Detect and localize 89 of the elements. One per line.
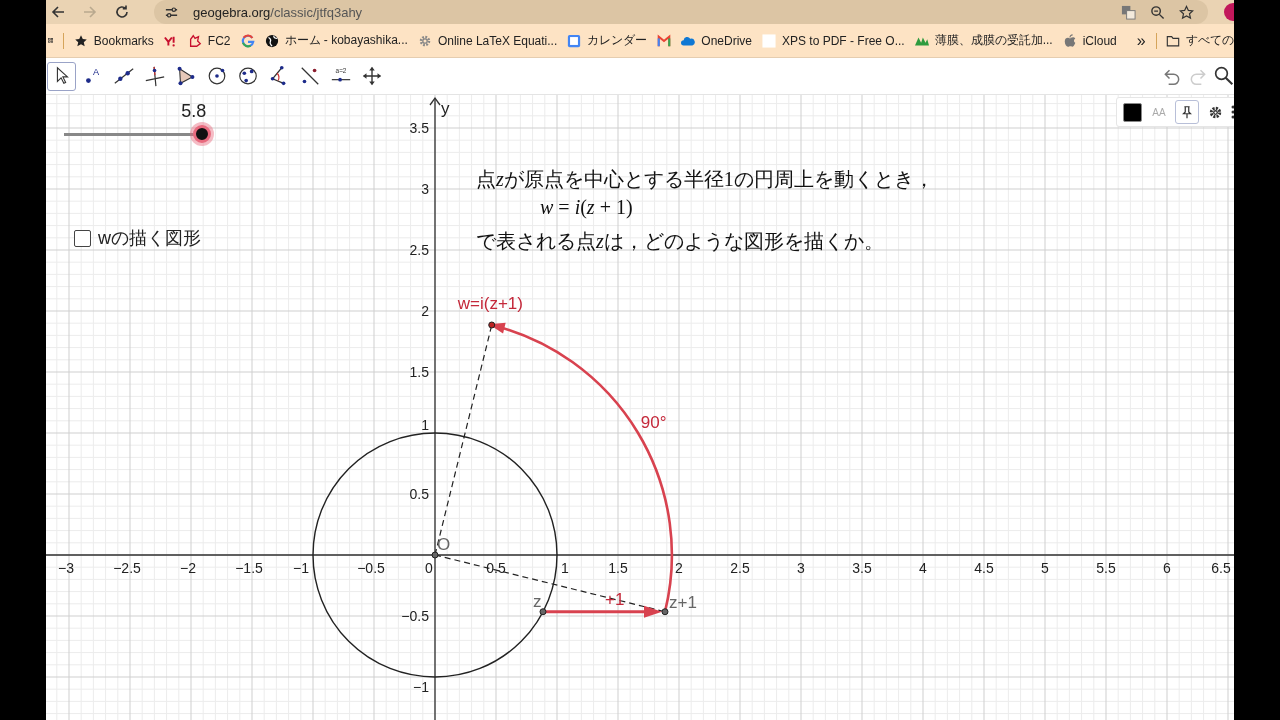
- bookmark-item[interactable]: [240, 33, 255, 48]
- point-label: z+1: [669, 592, 697, 612]
- shift-label: +1: [605, 589, 625, 609]
- tick-label: 1.5: [608, 560, 628, 576]
- angle-label: 90°: [640, 413, 667, 433]
- bookmark-item[interactable]: FC2: [187, 33, 231, 48]
- tick-label: 1: [561, 560, 569, 576]
- tick-label: 3: [421, 181, 429, 197]
- page-icon: [762, 33, 776, 48]
- tick-label: −2.5: [113, 560, 141, 576]
- tick-label: 1.5: [409, 364, 429, 380]
- folder-icon: [1166, 33, 1180, 48]
- point-label: z: [533, 591, 542, 611]
- star-icon[interactable]: [1179, 4, 1194, 20]
- logo-icon: [240, 33, 255, 48]
- tick-label: 6.5: [1211, 560, 1231, 576]
- bookmark-item[interactable]: iCloud: [1062, 33, 1117, 48]
- gear-icon: [1207, 104, 1223, 120]
- bookmark-item[interactable]: カレンダー: [567, 32, 648, 49]
- bookmark-folder[interactable]: すべての: [1166, 32, 1234, 49]
- bookmark-item[interactable]: [657, 33, 672, 48]
- tick-label: 5.5: [1096, 560, 1116, 576]
- envelope-icon: [657, 33, 672, 48]
- tick-label: 2.5: [409, 242, 429, 258]
- tick-label: −1.5: [235, 560, 263, 576]
- apple-icon: [1062, 33, 1077, 48]
- address-bar[interactable]: geogebra.org/classic/jtfq3ahy: [154, 0, 1208, 24]
- formula: w = i(z + 1): [540, 195, 634, 220]
- point[interactable]: [431, 551, 439, 559]
- back-icon[interactable]: [50, 4, 66, 20]
- slider-thumb[interactable]: [193, 125, 212, 143]
- tool-button[interactable]: [47, 61, 76, 91]
- tick-label: −0.5: [357, 560, 385, 576]
- tick-label: −0.5: [401, 608, 429, 624]
- tick-label: 0.5: [486, 560, 506, 576]
- checkbox[interactable]: [74, 229, 91, 247]
- search-icon[interactable]: [1214, 66, 1234, 86]
- bookmark-item[interactable]: 薄膜、成膜の受託加...: [914, 32, 1053, 49]
- logo-icon: [187, 33, 202, 48]
- tick-label: −1: [293, 560, 309, 576]
- globe-icon: [264, 33, 279, 48]
- circle-icon: [236, 65, 259, 87]
- tick-label: 1: [421, 417, 429, 433]
- tick-label: 0: [425, 560, 433, 576]
- point[interactable]: [539, 608, 547, 616]
- slider-value: 5.8: [181, 101, 207, 122]
- tick-label: 6: [1163, 560, 1171, 576]
- bookmark-item[interactable]: Bookmarks: [73, 33, 154, 48]
- point-label: w=i(z+1): [457, 294, 523, 313]
- checkbox-label[interactable]: wの描く図形: [98, 226, 201, 250]
- reload-icon[interactable]: [114, 4, 130, 20]
- gear-icon: [417, 33, 432, 48]
- site-info-icon[interactable]: [164, 4, 179, 20]
- zoom-icon[interactable]: [1150, 4, 1165, 20]
- tick-label: 4.5: [974, 560, 994, 576]
- star-icon: [73, 33, 88, 48]
- tick-label: 4: [919, 560, 927, 576]
- calendar-icon: [567, 33, 582, 48]
- tick-label: 2: [675, 560, 683, 576]
- problem-text: で表される点zは，どのような図形を描くか。: [476, 229, 885, 254]
- color-button[interactable]: [1121, 101, 1143, 123]
- bookmark-item[interactable]: XPS to PDF - Free O...: [762, 33, 905, 48]
- perpendicular-icon: [143, 65, 166, 87]
- problem-text: 点zが原点を中心とする半径1の円周上を動くとき，: [476, 167, 934, 192]
- point[interactable]: [661, 608, 669, 616]
- tick-label: 2.5: [730, 560, 750, 576]
- move-icon: [360, 65, 383, 87]
- point-label: O: [437, 535, 451, 554]
- tick-label: 2: [421, 303, 429, 319]
- tick-label: 3.5: [852, 560, 872, 576]
- tick-label: 0.5: [409, 486, 429, 502]
- more-bookmarks-button[interactable]: »: [1136, 31, 1146, 50]
- bookmark-item[interactable]: OneDrive: [681, 33, 752, 48]
- tick-label: −1: [413, 679, 429, 695]
- tick-label: −3: [58, 560, 74, 576]
- more-icon[interactable]: [1231, 104, 1234, 120]
- line-icon: [112, 65, 135, 87]
- pin-icon: [1180, 105, 1194, 119]
- tick-label: 5: [1041, 560, 1049, 576]
- pin-button[interactable]: [1175, 100, 1199, 124]
- bookmark-item[interactable]: ホーム - kobayashika...: [264, 32, 408, 49]
- url-text: geogebra.org/classic/jtfq3ahy: [193, 4, 363, 20]
- tick-label: 3: [797, 560, 805, 576]
- bookmark-item[interactable]: Online LaTeX Equati...: [417, 33, 558, 48]
- axis-label: y: [441, 99, 450, 118]
- point[interactable]: [488, 321, 496, 329]
- tick-label: −2: [180, 560, 196, 576]
- tick-label: 3.5: [409, 120, 429, 136]
- translate-icon[interactable]: [1121, 4, 1136, 20]
